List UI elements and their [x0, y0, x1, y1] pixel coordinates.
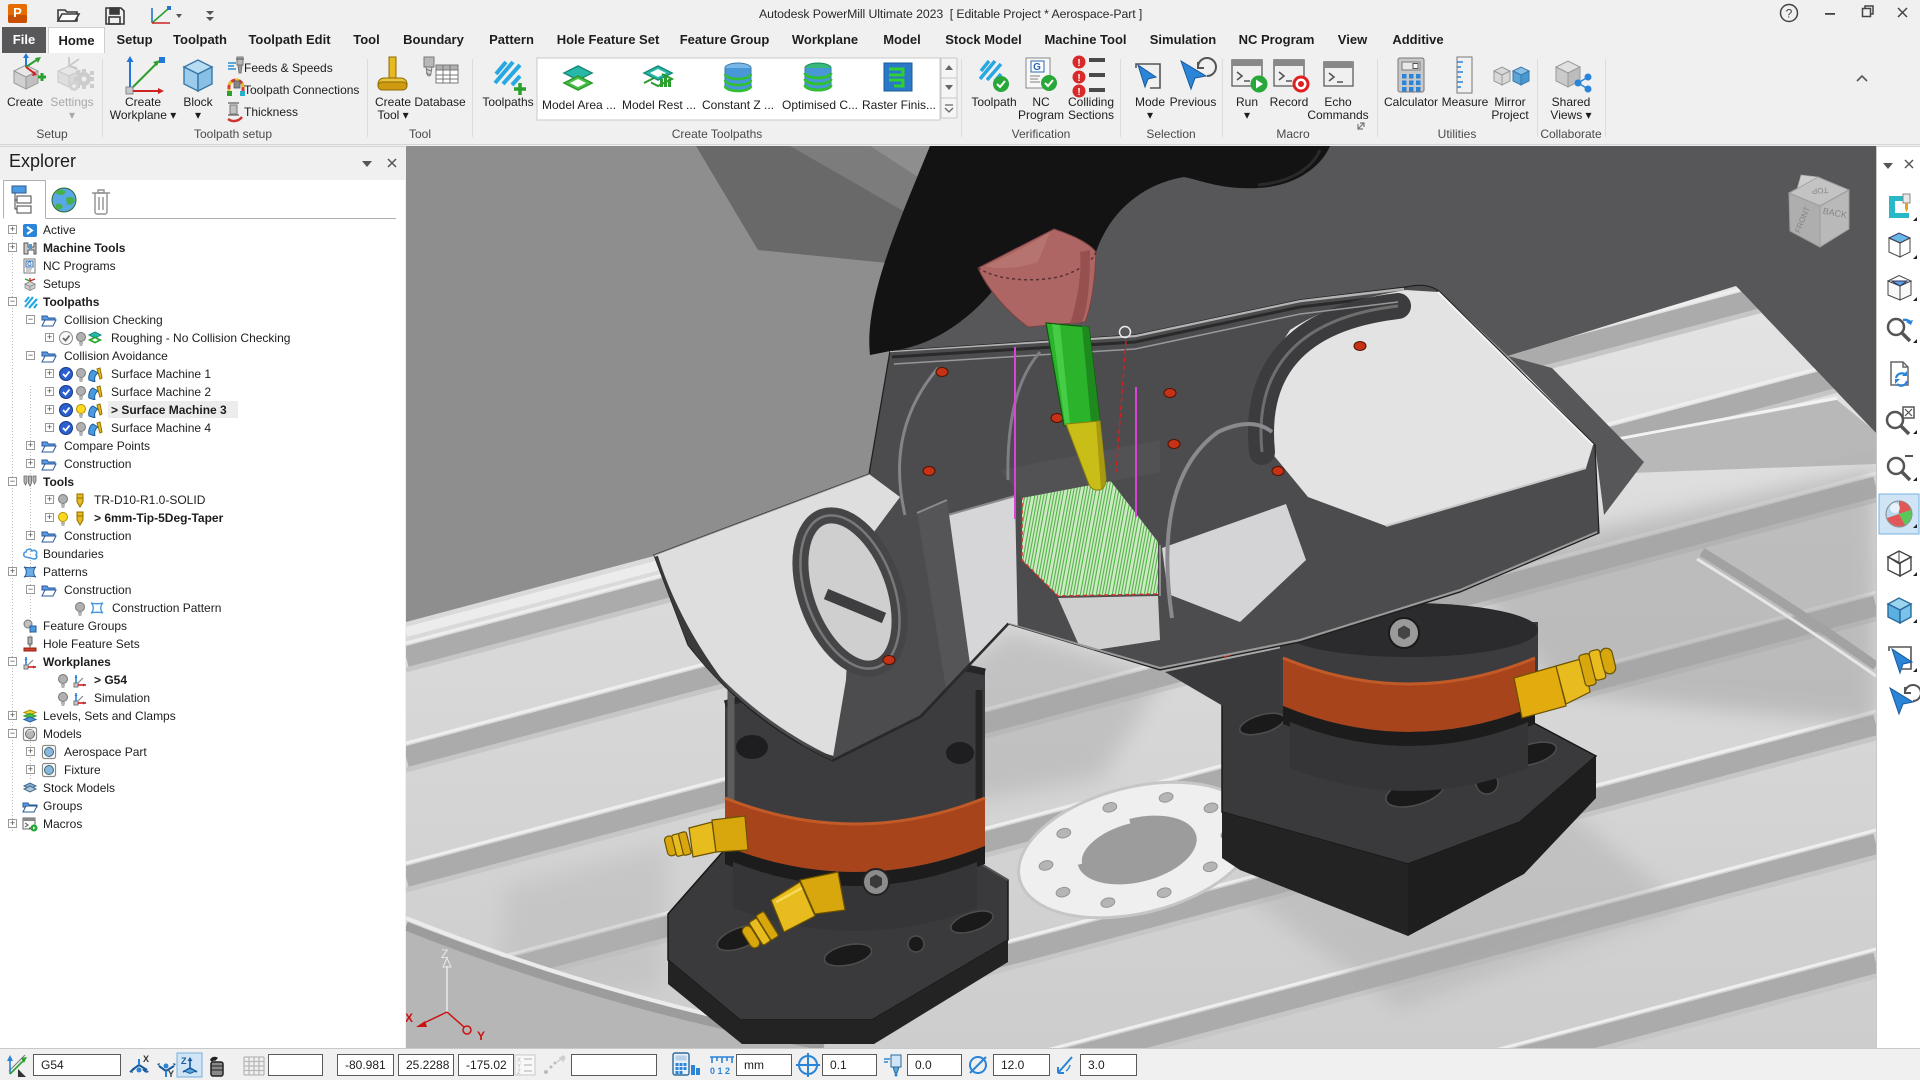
svg-text:!: ! — [1077, 58, 1080, 69]
svg-text:G: G — [1033, 62, 1041, 73]
svg-text:P: P — [13, 5, 22, 20]
svg-text:G: G — [27, 262, 32, 268]
svg-text:Y: Y — [477, 1029, 485, 1043]
svg-text:0 1 2: 0 1 2 — [710, 1066, 730, 1076]
svg-text:?: ? — [1786, 7, 1793, 21]
svg-text:Z: Z — [441, 947, 448, 961]
svg-text:!: ! — [1077, 73, 1080, 84]
svg-text:TOP: TOP — [1812, 185, 1829, 195]
svg-text:X: X — [406, 1011, 413, 1025]
